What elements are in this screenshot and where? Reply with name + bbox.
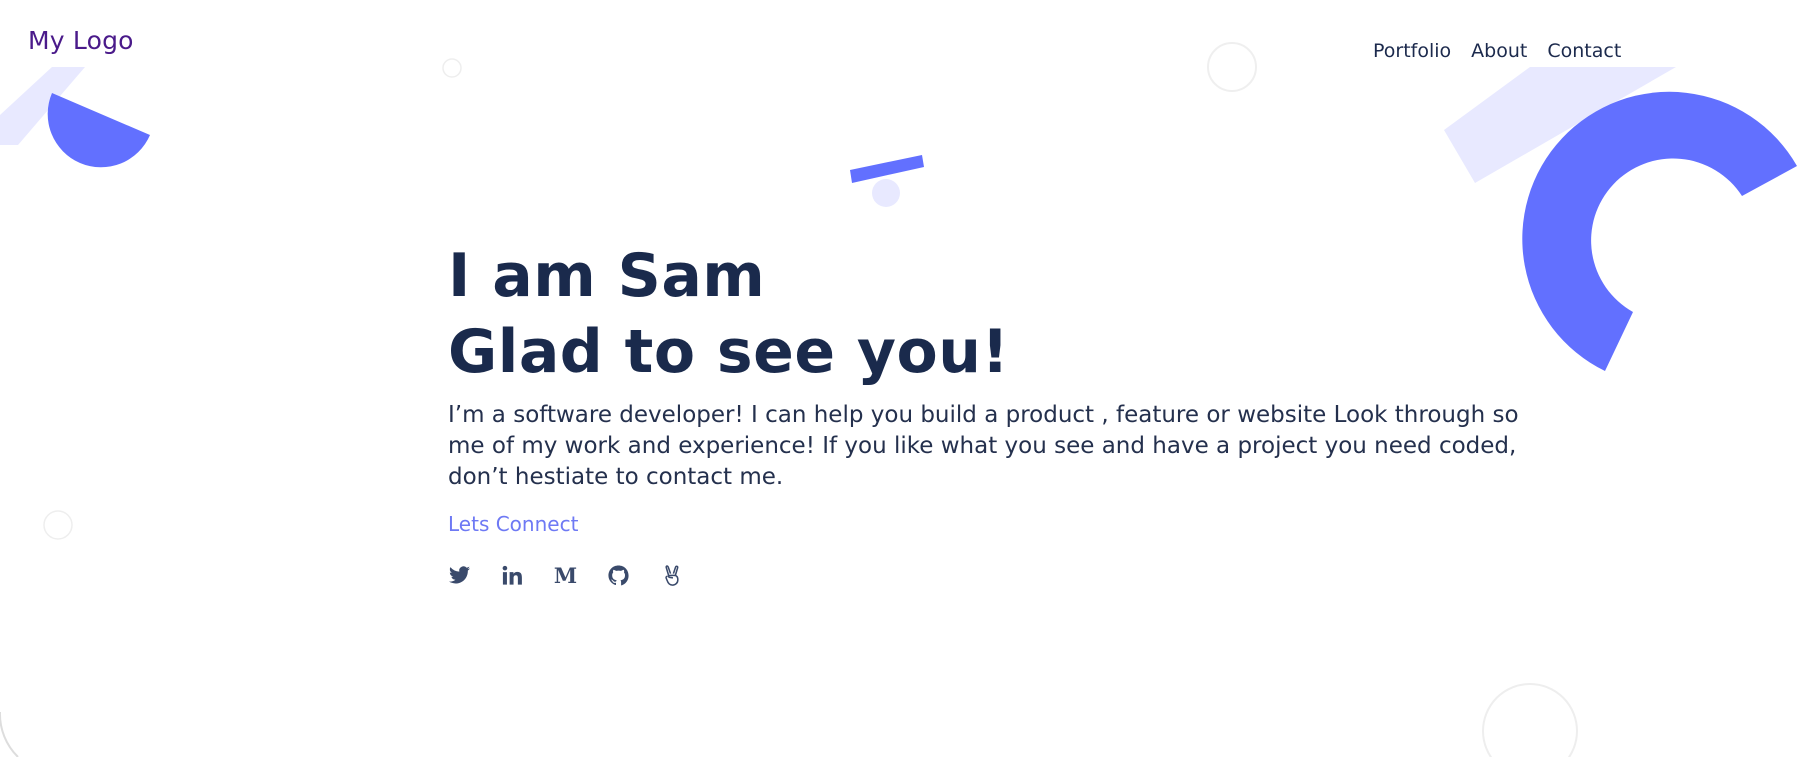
decor-circle-bottomright xyxy=(1482,683,1578,757)
page: My Logo Portfolio About Contact I am Sam… xyxy=(0,0,1801,757)
decor-circle-outline-topright xyxy=(1207,42,1257,92)
hero-title: I am Sam Glad to see you! xyxy=(448,238,1548,390)
github-link[interactable] xyxy=(607,564,630,587)
main-nav: Portfolio About Contact xyxy=(1373,40,1621,62)
nav-contact[interactable]: Contact xyxy=(1547,40,1621,62)
decor-halfcircle-topleft xyxy=(47,93,150,168)
logo[interactable]: My Logo xyxy=(28,26,134,55)
hero-intro: I’m a software developer! I can help you… xyxy=(448,402,1519,490)
github-icon xyxy=(607,564,630,587)
decor-dot-center xyxy=(872,179,900,207)
medium-link[interactable]: M xyxy=(554,564,577,587)
decor-bar-center xyxy=(850,155,924,183)
hero-title-line2: Glad to see you! xyxy=(448,317,1010,387)
decor-circle-small-top xyxy=(442,58,462,78)
angellist-icon xyxy=(660,564,683,587)
nav-portfolio[interactable]: Portfolio xyxy=(1373,40,1451,62)
angellist-link[interactable] xyxy=(660,564,683,587)
decor-arc-bottomleft xyxy=(0,712,19,757)
nav-about[interactable]: About xyxy=(1471,40,1527,62)
decor-circle-left xyxy=(43,510,73,540)
twitter-link[interactable] xyxy=(448,564,471,587)
hero-title-line1: I am Sam xyxy=(448,241,766,311)
decor-stripe-right xyxy=(1444,67,1676,183)
hero-section: I am Sam Glad to see you! I’m a software… xyxy=(448,238,1548,587)
medium-icon: M xyxy=(553,563,578,588)
lets-connect-link[interactable]: Lets Connect xyxy=(448,512,578,536)
decor-stripe-topleft xyxy=(0,67,85,145)
linkedin-link[interactable] xyxy=(501,564,524,587)
twitter-icon xyxy=(448,564,471,587)
decor-arc-right xyxy=(1522,91,1797,371)
social-links: M xyxy=(448,564,1548,587)
linkedin-icon xyxy=(501,564,524,587)
